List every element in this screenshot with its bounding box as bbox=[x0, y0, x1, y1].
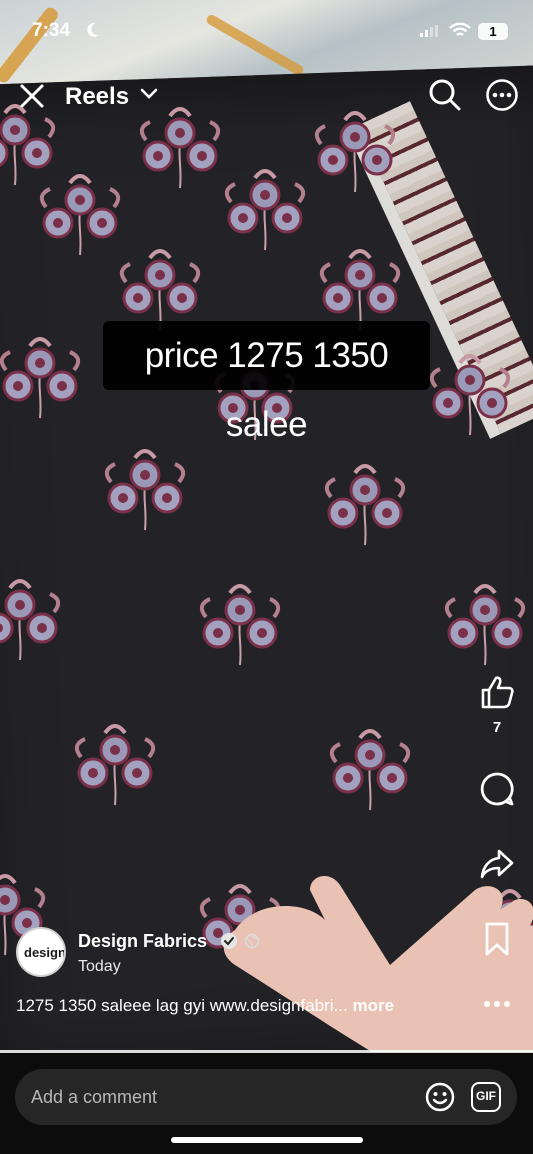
wifi-icon bbox=[449, 22, 471, 36]
post-date: Today bbox=[78, 958, 121, 975]
avatar[interactable]: design bbox=[16, 927, 66, 977]
share-arrow-icon bbox=[480, 849, 514, 879]
more-options-icon[interactable] bbox=[485, 78, 519, 112]
caption-more-link[interactable]: more bbox=[352, 996, 394, 1015]
globe-icon bbox=[244, 933, 260, 949]
bottom-bar: GIF bbox=[0, 1053, 533, 1154]
verified-badge-icon bbox=[221, 933, 237, 949]
thumbs-up-icon bbox=[481, 676, 514, 709]
battery-indicator: 1 bbox=[478, 23, 508, 40]
save-button[interactable] bbox=[474, 921, 520, 962]
ellipsis-icon[interactable] bbox=[482, 997, 512, 1011]
emoji-icon[interactable] bbox=[425, 1082, 455, 1112]
signal-icon bbox=[420, 25, 438, 37]
moon-icon bbox=[87, 22, 99, 37]
comment-input[interactable] bbox=[31, 1069, 411, 1125]
page-title[interactable]: Reels bbox=[65, 83, 129, 111]
like-button[interactable]: 7 bbox=[474, 674, 520, 736]
home-indicator bbox=[171, 1137, 363, 1143]
comment-button[interactable] bbox=[474, 771, 520, 812]
clock: 7:34 bbox=[32, 20, 71, 41]
video-text-overlay: price 1275 1350 salee bbox=[103, 321, 430, 444]
username[interactable]: Design Fabrics bbox=[78, 931, 207, 952]
like-count: 7 bbox=[492, 719, 502, 736]
comment-box[interactable]: GIF bbox=[15, 1069, 517, 1125]
close-icon[interactable] bbox=[16, 80, 48, 112]
reel-video[interactable] bbox=[0, 0, 533, 1052]
status-bar: 7:34 1 bbox=[0, 0, 533, 62]
share-button[interactable] bbox=[474, 846, 520, 887]
post-caption[interactable]: 1275 1350 saleee lag gyi www.designfabri… bbox=[16, 996, 394, 1016]
search-icon[interactable] bbox=[428, 78, 462, 112]
chevron-down-icon[interactable] bbox=[140, 88, 158, 100]
gif-button[interactable]: GIF bbox=[471, 1082, 501, 1112]
caption-text: 1275 1350 saleee lag gyi www.designfabri… bbox=[16, 996, 348, 1015]
avatar-logo-text: design bbox=[24, 945, 66, 960]
bookmark-icon bbox=[485, 922, 509, 956]
comment-icon bbox=[480, 772, 514, 806]
